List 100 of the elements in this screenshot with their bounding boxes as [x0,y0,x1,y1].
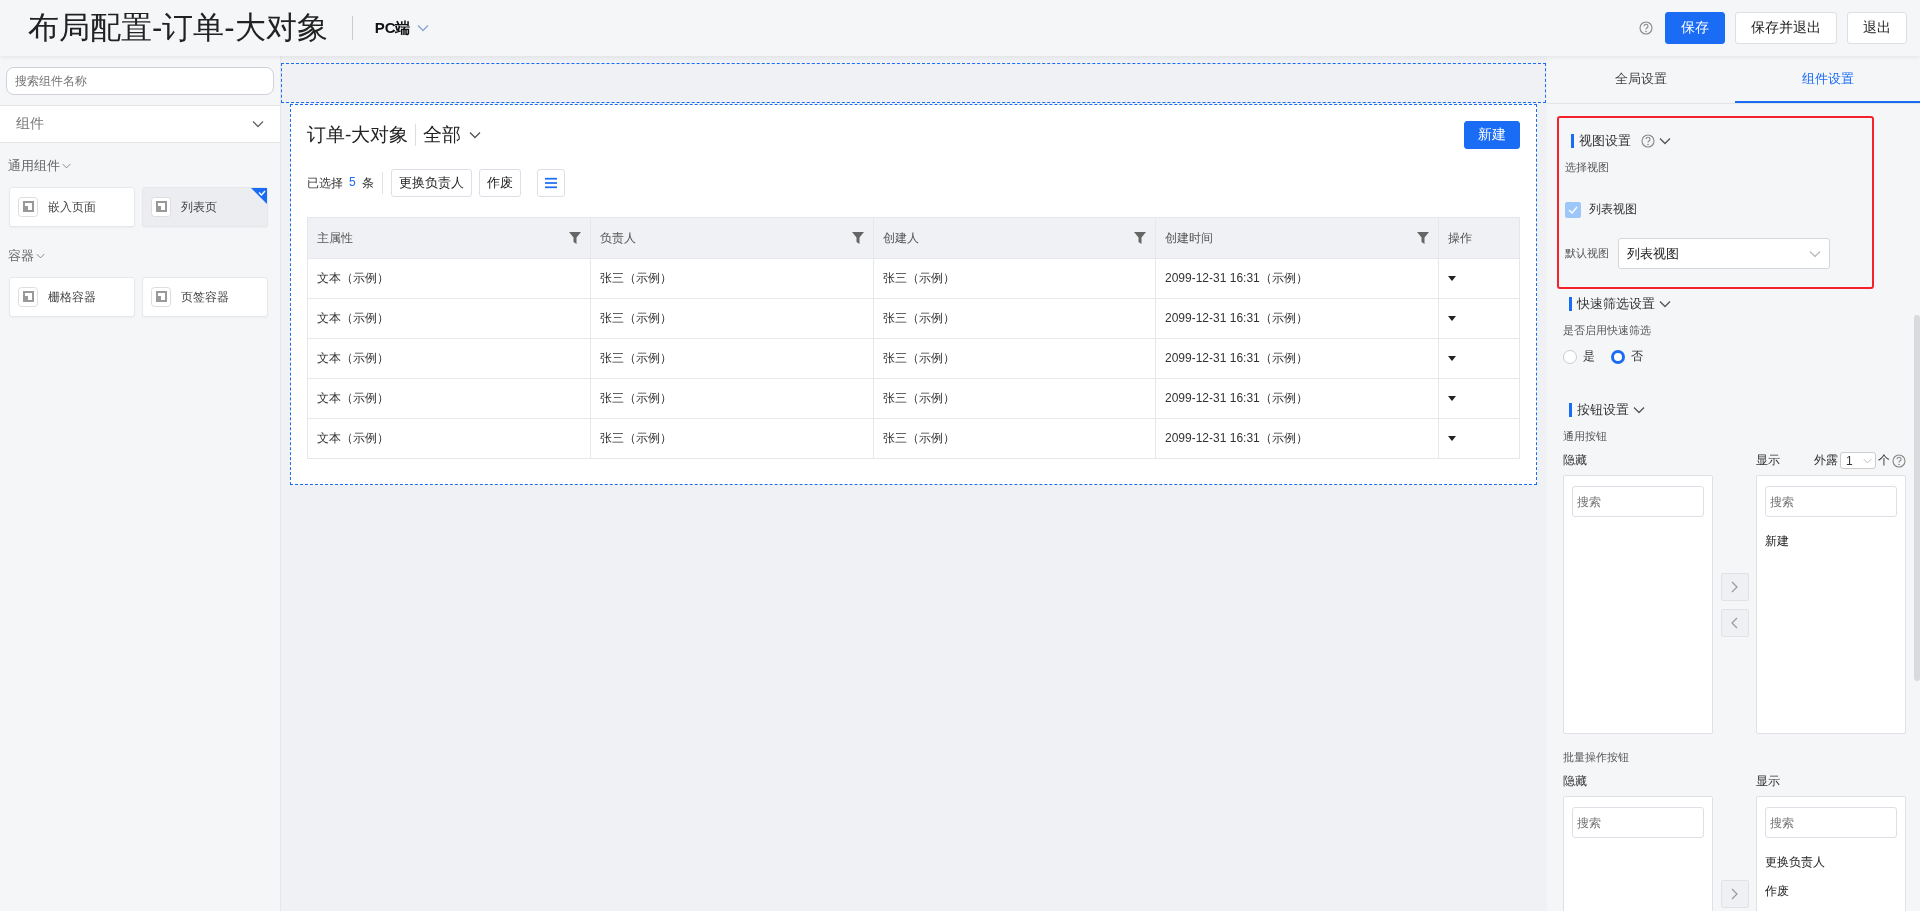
list-item[interactable]: 更换负责人 [1765,854,1897,871]
group-title: 容器 [8,247,34,265]
selection-count: 5 [349,174,356,191]
table-cell: 张三（示例） [883,310,955,327]
table-cell: 张三（示例） [883,430,955,447]
search-field[interactable]: 搜索 [1572,486,1704,517]
table-cell: 文本（示例） [317,310,389,327]
dropdown-label: 组件 [16,115,44,133]
caret-down-icon[interactable] [1448,396,1456,401]
scrollbar-thumb[interactable] [1914,315,1920,681]
header-button[interactable]: 保存 [1665,12,1725,44]
header-button[interactable]: 退出 [1847,12,1907,44]
chevron-down-icon[interactable] [1659,300,1671,308]
help-icon[interactable] [1641,134,1655,148]
list-item[interactable]: 新建 [1765,533,1897,550]
toolbar-button[interactable]: 更换负责人 [390,169,472,197]
platform-label: PC端 [374,18,411,38]
list-icon [544,177,557,189]
platform-dropdown[interactable]: PC端 [374,18,429,38]
radio-button[interactable] [1611,349,1625,364]
column-header: 创建时间 [1165,229,1213,247]
list-item[interactable]: 作废 [1765,883,1897,900]
check-icon [1568,205,1578,214]
page-title: 布局配置-订单-大对象 [28,9,328,47]
table-cell: 张三（示例） [600,390,672,407]
help-icon[interactable] [1639,21,1653,35]
chevron-right-icon [1729,888,1740,900]
caret-down-icon[interactable] [1448,436,1456,441]
table-cell: 2099-12-31 16:31（示例） [1165,430,1308,447]
component-label: 栅格容器 [48,288,96,306]
list-label: 显示 [1756,452,1780,469]
settings-tab[interactable]: 组件设置 [1734,56,1920,103]
column-header: 操作 [1448,229,1472,247]
field-label: 是否启用快速筛选 [1563,323,1652,338]
radio-label: 是 [1583,348,1595,365]
component-card[interactable]: 嵌入页面 [9,187,135,227]
field-label: 选择视图 [1565,160,1610,175]
object-title: 订单-大对象 [307,123,409,147]
section-title: 按钮设置 [1577,401,1629,419]
filter-icon[interactable] [852,232,864,244]
help-icon[interactable] [1892,453,1906,468]
component-label: 嵌入页面 [48,198,96,216]
caret-down-icon[interactable] [1448,356,1456,361]
table-cell: 文本（示例） [317,390,389,407]
view-dropdown[interactable]: 全部 [423,122,482,148]
search-field[interactable]: 搜索 [1765,807,1897,838]
table-cell: 文本（示例） [317,270,389,287]
section-marker [1571,134,1574,148]
filter-icon[interactable] [569,232,581,244]
filter-icon[interactable] [1417,232,1429,244]
component-card[interactable]: 栅格容器 [9,277,135,317]
expose-unit: 个 [1878,452,1890,469]
caret-down-icon[interactable] [1448,276,1456,281]
expose-count-select[interactable]: 1 [1840,452,1876,469]
component-dropdown[interactable]: 组件 [0,106,280,143]
search-field[interactable]: 搜索 [1572,807,1704,838]
chevron-down-icon[interactable] [1659,137,1671,145]
toolbar-button[interactable]: 作废 [478,169,521,197]
component-card[interactable]: 列表页 [142,187,268,227]
section-title: 视图设置 [1579,132,1631,150]
column-header: 负责人 [600,229,636,247]
chevron-down-icon[interactable] [469,131,482,139]
search-field[interactable]: 搜索 [1765,486,1897,517]
table-cell: 文本（示例） [317,350,389,367]
section-title: 快速筛选设置 [1577,295,1655,313]
select-value: 列表视图 [1627,244,1679,263]
checkbox-label: 列表视图 [1589,201,1637,218]
component-label: 列表页 [181,198,217,216]
component-icon [18,287,38,307]
section-marker [1569,297,1572,311]
filter-icon[interactable] [1134,232,1146,244]
default-view-select[interactable]: 列表视图 [1618,238,1830,269]
header-button[interactable]: 保存并退出 [1735,12,1837,44]
chevron-down-icon[interactable] [1633,406,1645,414]
new-button[interactable]: 新建 [1464,121,1520,149]
list-label: 隐藏 [1563,774,1587,788]
section-marker [1569,403,1572,417]
search-field[interactable]: 搜索组件名称 [6,67,274,95]
list-view-button[interactable] [536,169,565,197]
component-card[interactable]: 页签容器 [142,277,268,317]
column-header: 主属性 [317,229,353,247]
settings-tab[interactable]: 全局设置 [1547,56,1735,103]
chevron-down-icon[interactable] [252,120,264,128]
chevron-left-icon [1729,616,1740,629]
list-label: 隐藏 [1563,453,1587,467]
table-cell: 张三（示例） [883,270,955,287]
table-cell: 文本（示例） [317,430,389,447]
component-label: 页签容器 [181,288,229,306]
component-icon [151,287,171,307]
expose-label: 外露 [1814,452,1838,469]
table-cell: 2099-12-31 16:31（示例） [1165,270,1308,287]
radio-label: 否 [1631,348,1643,365]
component-icon [151,197,171,217]
table-cell: 张三（示例） [600,310,672,327]
caret-down-icon[interactable] [1448,316,1456,321]
table-cell: 张三（示例） [600,350,672,367]
selection-unit: 条 [361,174,374,192]
selected-corner-icon [251,188,267,204]
group-title: 通用组件 [8,157,60,175]
radio-button[interactable] [1563,349,1577,364]
